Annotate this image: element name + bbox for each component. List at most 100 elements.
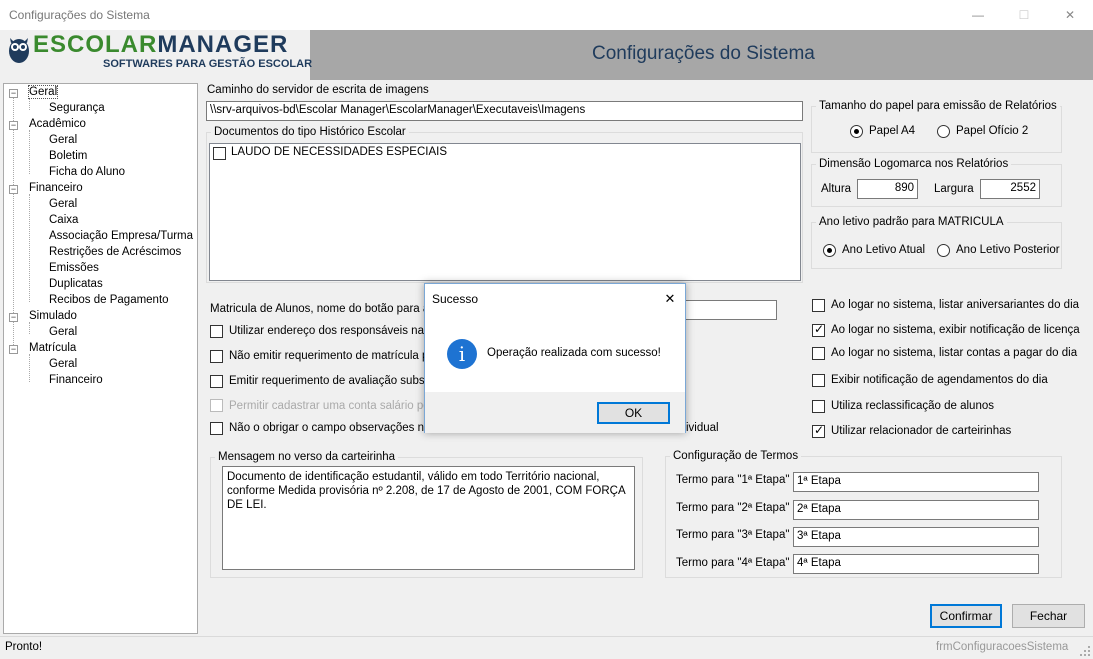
- info-icon: i: [447, 339, 477, 369]
- resize-grip-icon[interactable]: [1079, 645, 1091, 657]
- tree-line: [29, 194, 30, 302]
- tree-item-ficha-aluno[interactable]: Ficha do Aluno: [49, 166, 125, 178]
- fechar-button[interactable]: Fechar: [1012, 604, 1085, 628]
- opt5-checkbox[interactable]: [210, 422, 223, 435]
- logomarca-legend: Dimensão Logomarca nos Relatórios: [819, 158, 1009, 170]
- agendamentos-checkbox[interactable]: [812, 374, 825, 387]
- collapse-icon[interactable]: −: [9, 185, 18, 194]
- opt3-checkbox[interactable]: [210, 375, 223, 388]
- termo3-label: Termo para "3ª Etapa": [676, 529, 790, 541]
- mensagem-textarea[interactable]: Documento de identificação estudantil, v…: [222, 466, 635, 570]
- ano-atual-radio[interactable]: [823, 244, 836, 257]
- opt4-label: Permitir cadastrar uma conta salário por…: [229, 400, 444, 412]
- ano-letivo-legend: Ano letivo padrão para MATRICULA: [819, 216, 1004, 228]
- tree-item-financeiro-geral[interactable]: Geral: [49, 198, 77, 210]
- ok-button[interactable]: OK: [597, 402, 670, 424]
- logo-text-escolar: ESCOLAR: [33, 31, 158, 58]
- papel-a4-label: Papel A4: [869, 125, 916, 137]
- maximize-button[interactable]: ☐: [1001, 0, 1047, 30]
- dialog-message: Operação realizada com sucesso!: [487, 347, 661, 359]
- collapse-icon[interactable]: −: [9, 89, 18, 98]
- tree-item-caixa[interactable]: Caixa: [49, 214, 78, 226]
- window-title: Configurações do Sistema: [9, 8, 150, 22]
- mensagem-legend: Mensagem no verso da carteirinha: [218, 451, 396, 463]
- tree-item-duplicatas[interactable]: Duplicatas: [49, 278, 103, 290]
- opt1-checkbox[interactable]: [210, 325, 223, 338]
- docs-legend: Documentos do tipo Histórico Escolar: [214, 126, 406, 138]
- tree-item-seguranca[interactable]: Segurança: [49, 102, 105, 114]
- tree-item-boletim[interactable]: Boletim: [49, 150, 87, 162]
- tree-item-simulado-geral[interactable]: Geral: [49, 326, 77, 338]
- confirmar-button[interactable]: Confirmar: [930, 604, 1002, 628]
- dialog-close-button[interactable]: ✕: [656, 288, 684, 310]
- tree-line: [29, 130, 30, 174]
- tree-item-associacao[interactable]: Associação Empresa/Turma: [49, 230, 193, 242]
- opt2-checkbox[interactable]: [210, 350, 223, 363]
- matricula-button-label: Matricula de Alunos, nome do botão para …: [210, 303, 442, 315]
- licenca-checkbox[interactable]: [812, 322, 825, 337]
- termo3-input[interactable]: 3ª Etapa: [793, 527, 1039, 547]
- tree-item-matricula-financeiro[interactable]: Financeiro: [49, 374, 103, 386]
- opt3-label: Emitir requerimento de avaliação substit…: [229, 375, 444, 387]
- tree-item-geral[interactable]: Geral: [27, 85, 59, 99]
- termo2-input[interactable]: 2ª Etapa: [793, 500, 1039, 520]
- status-text: Pronto!: [5, 641, 43, 653]
- doc-item-checkbox[interactable]: [213, 147, 226, 160]
- opt1-label: Utilizar endereço dos responsáveis nas i…: [229, 325, 442, 337]
- licenca-label: Ao logar no sistema, exibir notificação …: [831, 324, 1080, 336]
- aniversariantes-checkbox[interactable]: [812, 299, 825, 312]
- largura-input[interactable]: 2552: [980, 179, 1040, 199]
- form-name: frmConfiguracoesSistema: [936, 641, 1069, 653]
- tree-item-matricula[interactable]: Matrícula: [29, 342, 76, 354]
- caminho-input[interactable]: \\srv-arquivos-bd\Escolar Manager\Escola…: [206, 101, 803, 121]
- dialog-footer: OK: [425, 392, 685, 433]
- collapse-icon[interactable]: −: [9, 345, 18, 354]
- largura-label: Largura: [934, 183, 974, 195]
- tree-line: [29, 354, 30, 382]
- termo1-label: Termo para "1ª Etapa": [676, 474, 790, 486]
- logo-tagline: SOFTWARES PARA GESTÃO ESCOLAR: [103, 58, 313, 70]
- settings-tree[interactable]: − Geral Segurança − Acadêmico Geral Bole…: [3, 83, 198, 634]
- ano-posterior-label: Ano Letivo Posterior: [956, 244, 1060, 256]
- opt2-label: Não emitir requerimento de matrícula par…: [229, 350, 446, 362]
- termo4-input[interactable]: 4ª Etapa: [793, 554, 1039, 574]
- tree-item-restricoes[interactable]: Restrições de Acréscimos: [49, 246, 181, 258]
- caminho-label: Caminho do servidor de escrita de imagen…: [207, 84, 429, 96]
- contas-pagar-checkbox[interactable]: [812, 347, 825, 360]
- tree-item-recibos[interactable]: Recibos de Pagamento: [49, 294, 169, 306]
- reclassificacao-label: Utiliza reclassificação de alunos: [831, 400, 994, 412]
- termo1-input[interactable]: 1ª Etapa: [793, 472, 1039, 492]
- status-bar: Pronto! frmConfiguracoesSistema: [0, 636, 1093, 659]
- contas-pagar-label: Ao logar no sistema, listar contas a pag…: [831, 347, 1078, 359]
- collapse-icon[interactable]: −: [9, 121, 18, 130]
- ano-atual-label: Ano Letivo Atual: [842, 244, 926, 256]
- tree-item-academico[interactable]: Acadêmico: [29, 118, 86, 130]
- reclassificacao-checkbox[interactable]: [812, 400, 825, 413]
- altura-label: Altura: [821, 183, 852, 195]
- collapse-icon[interactable]: −: [9, 313, 18, 322]
- opt5-label: Não o obrigar o campo observações no c: [229, 422, 440, 434]
- owl-icon: [9, 38, 29, 63]
- docs-checklist[interactable]: LAUDO DE NECESSIDADES ESPECIAIS: [209, 143, 801, 281]
- minimize-button[interactable]: —: [955, 0, 1001, 30]
- tree-item-financeiro[interactable]: Financeiro: [29, 182, 83, 194]
- tree-line: [29, 98, 30, 110]
- matricula-button-input[interactable]: [682, 300, 777, 320]
- termos-legend: Configuração de Termos: [673, 450, 799, 462]
- papel-oficio-radio[interactable]: [937, 125, 950, 138]
- tree-item-academico-geral[interactable]: Geral: [49, 134, 77, 146]
- papel-oficio-label: Papel Ofício 2: [956, 125, 1029, 137]
- termo4-label: Termo para "4ª Etapa": [676, 557, 790, 569]
- tree-item-simulado[interactable]: Simulado: [29, 310, 77, 322]
- carteirinhas-label: Utilizar relacionador de carteirinhas: [831, 425, 1012, 437]
- tree-item-matricula-geral[interactable]: Geral: [49, 358, 77, 370]
- close-button[interactable]: ✕: [1047, 0, 1093, 30]
- carteirinhas-checkbox[interactable]: [812, 423, 825, 438]
- ano-posterior-radio[interactable]: [937, 244, 950, 257]
- page-title: Configurações do Sistema: [592, 43, 815, 64]
- altura-input[interactable]: 890: [857, 179, 918, 199]
- papel-a4-radio[interactable]: [850, 125, 863, 138]
- app-header: ESCOLARMANAGER SOFTWARES PARA GESTÃO ESC…: [0, 30, 1093, 80]
- opt4-checkbox: [210, 399, 223, 412]
- tree-item-emissoes[interactable]: Emissões: [49, 262, 99, 274]
